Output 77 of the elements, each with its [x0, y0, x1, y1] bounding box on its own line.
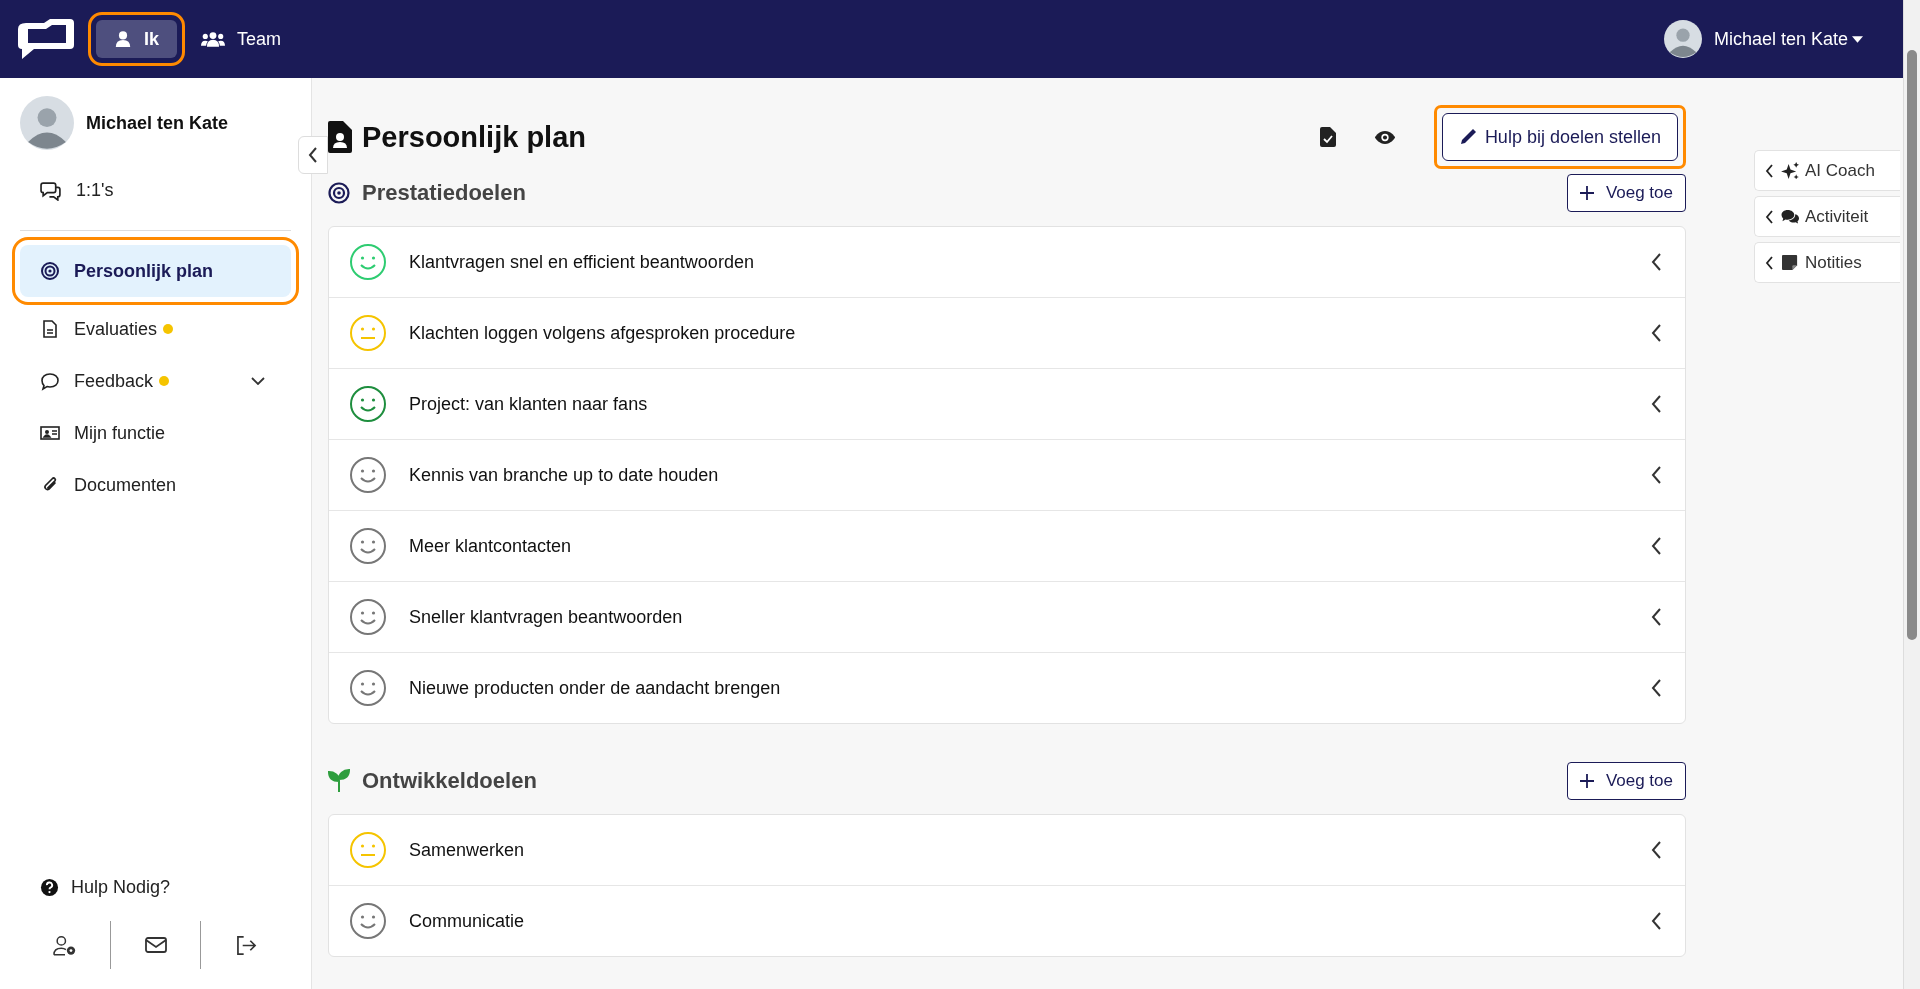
plus-icon — [1579, 186, 1594, 200]
target-icon — [40, 261, 60, 281]
help-text: Hulp Nodig? — [71, 876, 171, 898]
sidebar-item[interactable]: Documenten — [20, 459, 291, 511]
goal-title[interactable]: Meer klantcontacten — [409, 535, 572, 557]
eye-icon — [1373, 129, 1396, 145]
expand-button[interactable] — [1651, 324, 1661, 342]
chevron-icon — [251, 377, 265, 385]
goal-title[interactable]: Communicatie — [409, 910, 525, 932]
page-title: Persoonlijk plan — [362, 120, 586, 154]
section-title: Ontwikkeldoelen — [362, 768, 537, 794]
sidebar-item[interactable]: 1:1's — [20, 164, 291, 216]
add-button[interactable]: Voeg toe — [1566, 762, 1686, 800]
pencil-icon — [1458, 128, 1477, 146]
logout-icon — [235, 935, 257, 955]
chevron-left-icon — [1765, 209, 1773, 224]
panel-tab[interactable]: Activiteit — [1754, 196, 1900, 237]
section-title: Prestatiedoelen — [362, 180, 526, 206]
expand-button[interactable] — [1651, 841, 1661, 859]
expand-button[interactable] — [1651, 253, 1661, 271]
chevron-left-icon — [1651, 841, 1661, 859]
chevron-left-icon — [1651, 324, 1661, 342]
chevron-left-icon — [1651, 395, 1661, 413]
user-settings-icon — [52, 934, 77, 956]
sprout-icon — [328, 769, 350, 793]
panel-tab[interactable]: Notities — [1754, 242, 1900, 283]
logo-icon — [18, 19, 74, 59]
expand-button[interactable] — [1651, 466, 1661, 484]
plus-icon — [1579, 774, 1594, 788]
chevron-left-icon — [1651, 679, 1661, 697]
chat-bubbles-icon — [1781, 208, 1800, 225]
user-menu[interactable]: Michael ten Kate — [1713, 28, 1863, 50]
goal-title[interactable]: Kennis van branche up to date houden — [409, 464, 719, 486]
sidebar-item[interactable]: Mijn functie — [20, 407, 291, 459]
expand-button[interactable] — [1651, 608, 1661, 626]
mail-icon — [144, 937, 167, 953]
chevron-left-icon — [1651, 912, 1661, 930]
help-link[interactable]: Hulp Nodig? — [20, 867, 291, 907]
document-person-icon — [328, 121, 352, 153]
avatar-icon — [1663, 20, 1702, 58]
expand-button[interactable] — [1651, 912, 1661, 930]
speech-bubble-icon — [40, 371, 60, 391]
chevron-left-icon — [1651, 253, 1661, 271]
goal-title[interactable]: Nieuwe producten onder de aandacht brengen — [409, 677, 781, 699]
chevron-left-icon — [308, 147, 318, 163]
chat-bubbles-icon — [40, 179, 62, 201]
goal-title[interactable]: Samenwerken — [409, 839, 525, 861]
chevron-left-icon — [1651, 608, 1661, 626]
id-card-icon — [40, 423, 60, 443]
chevron-left-icon — [1765, 163, 1773, 178]
document-check-icon — [1319, 127, 1336, 147]
avatar-icon — [20, 96, 74, 150]
sidebar-item[interactable]: Evaluaties — [20, 303, 291, 355]
expand-button[interactable] — [1651, 395, 1661, 413]
goal-title[interactable]: Project: van klanten naar fans — [409, 393, 648, 415]
target-icon — [328, 182, 350, 204]
expand-button[interactable] — [1651, 537, 1661, 555]
panel-tab[interactable]: AI Coach — [1754, 150, 1900, 191]
document-icon — [40, 319, 60, 339]
goal-title[interactable]: Sneller klantvragen beantwoorden — [409, 606, 683, 628]
caret-icon — [1852, 35, 1863, 43]
person-icon — [114, 30, 132, 48]
add-button[interactable]: Voeg toe — [1566, 174, 1686, 212]
user-name: Michael ten Kate — [86, 112, 229, 134]
help-icon — [40, 877, 59, 897]
chevron-left-icon — [1651, 537, 1661, 555]
sidebar-item[interactable]: Feedback — [20, 355, 291, 407]
goal-title[interactable]: Klachten loggen volgens afgesproken procedure — [409, 322, 796, 344]
expand-button[interactable] — [1651, 679, 1661, 697]
collapse-button[interactable] — [298, 136, 328, 174]
goal-title[interactable]: Klantvragen snel en efficient beantwoorden — [409, 251, 754, 273]
sparkles-icon — [1781, 162, 1800, 179]
chevron-left-icon — [1651, 466, 1661, 484]
nav-tab[interactable]: Team — [183, 20, 300, 58]
sticky-note-icon — [1781, 254, 1800, 271]
chevron-left-icon — [1765, 255, 1773, 270]
goal-help-button[interactable]: Hulp bij doelen stellen — [1441, 113, 1678, 161]
